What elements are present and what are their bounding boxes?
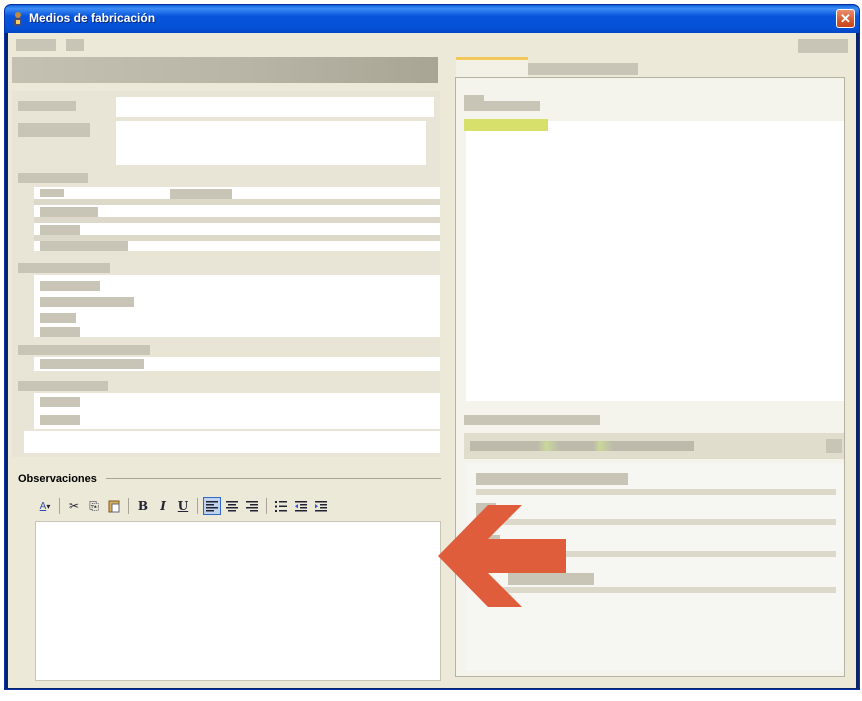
observaciones-editor[interactable] (35, 521, 441, 681)
blurred-cell (40, 397, 80, 407)
blurred-table (34, 393, 440, 429)
blurred-cell (40, 225, 80, 235)
window-client-area: Observaciones A ▾ ✂ ⎘ B I U (8, 33, 856, 688)
blurred-label (18, 101, 76, 111)
right-list-area[interactable] (466, 121, 844, 401)
blurred-row (24, 431, 440, 453)
observaciones-label: Observaciones (18, 473, 97, 485)
table-divider (34, 199, 440, 205)
toolbar-separator (128, 498, 129, 514)
groupbox-line (106, 478, 441, 479)
blurred-label (464, 101, 540, 111)
blurred-control[interactable] (826, 439, 842, 453)
cut-icon[interactable]: ✂ (65, 497, 83, 515)
font-color-icon[interactable]: A ▾ (36, 497, 54, 515)
left-panel-header (12, 57, 438, 83)
blurred-label (66, 39, 84, 51)
blurred-cell (40, 189, 64, 197)
tab-inactive[interactable] (528, 63, 638, 75)
blurred-toolbar[interactable] (470, 441, 694, 451)
blurred-cell (40, 359, 144, 369)
align-center-icon[interactable] (223, 497, 241, 515)
bold-icon[interactable]: B (134, 497, 152, 515)
blurred-section-title (18, 263, 110, 273)
blurred-section-title (18, 381, 108, 391)
dialog-window: Medios de fabricación ✕ Observaciones A … (4, 4, 860, 690)
tab-active[interactable] (456, 57, 528, 77)
align-left-icon[interactable] (203, 497, 221, 515)
blurred-label (18, 123, 90, 137)
italic-icon[interactable]: I (154, 497, 172, 515)
blurred-cell (40, 313, 76, 323)
title-bar[interactable]: Medios de fabricación ✕ (5, 5, 859, 33)
blurred-cell (40, 207, 98, 217)
blurred-cell (40, 297, 134, 307)
selected-list-item[interactable] (464, 119, 548, 131)
copy-icon[interactable]: ⎘ (85, 497, 103, 515)
paste-icon[interactable] (105, 497, 123, 515)
underline-icon[interactable]: U (174, 497, 192, 515)
blurred-section-title (18, 345, 150, 355)
blurred-label (16, 39, 56, 51)
window-title: Medios de fabricación (29, 11, 156, 25)
bullet-list-icon[interactable] (272, 497, 290, 515)
outdent-icon[interactable] (292, 497, 310, 515)
blurred-section-title (18, 173, 88, 183)
app-icon (14, 12, 22, 26)
blurred-cell (40, 241, 128, 251)
rich-text-toolbar: A ▾ ✂ ⎘ B I U (36, 495, 330, 517)
align-right-icon[interactable] (243, 497, 261, 515)
table-divider (34, 217, 440, 223)
blurred-cell (170, 189, 232, 199)
left-arrow-icon (438, 505, 566, 607)
blurred-line (476, 489, 836, 495)
blurred-section-title (464, 415, 600, 425)
toolbar-separator (59, 498, 60, 514)
close-button[interactable]: ✕ (836, 9, 855, 28)
blurred-cell (40, 327, 80, 337)
blurred-control[interactable] (798, 39, 848, 53)
toolbar-separator (197, 498, 198, 514)
indent-icon[interactable] (312, 497, 330, 515)
blurred-cell (40, 281, 100, 291)
blurred-text (476, 473, 628, 485)
toolbar-separator (266, 498, 267, 514)
blurred-input[interactable] (116, 97, 434, 117)
left-panel-content (12, 91, 440, 457)
blurred-cell (40, 415, 80, 425)
blurred-textarea[interactable] (116, 121, 426, 165)
